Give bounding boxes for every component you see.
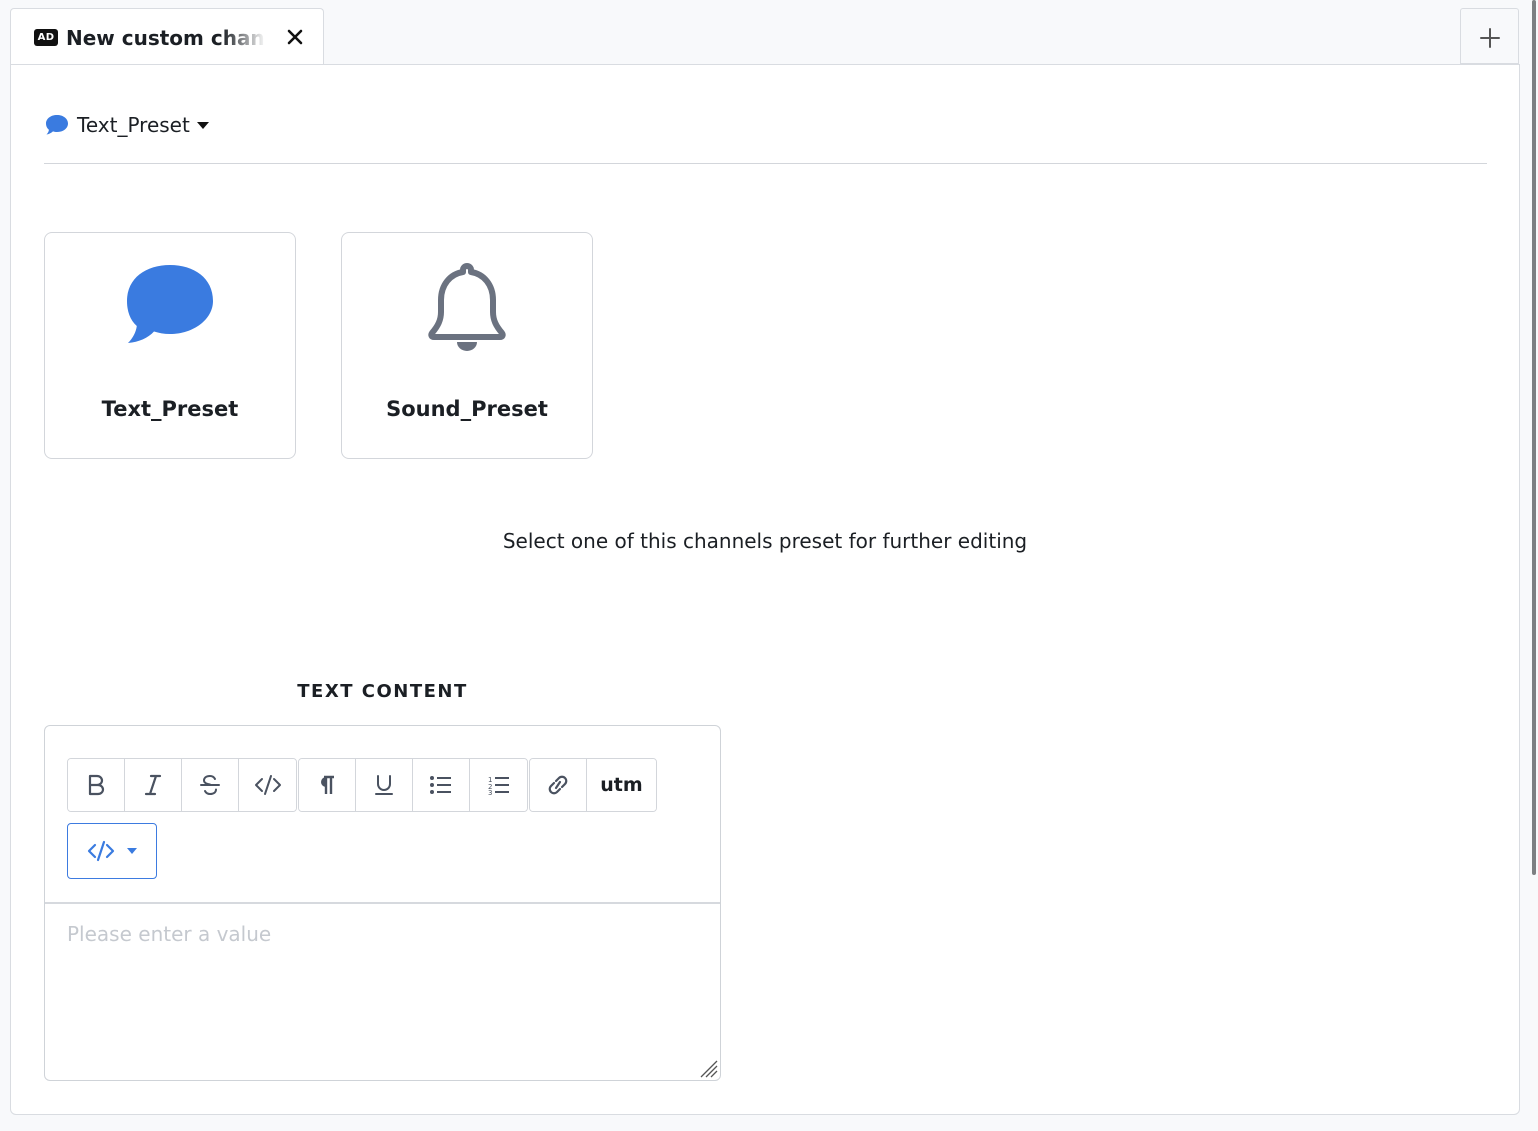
code-view-dropdown[interactable] bbox=[67, 823, 157, 879]
utm-button[interactable]: utm bbox=[587, 759, 656, 811]
svg-text:3: 3 bbox=[488, 789, 492, 795]
code-icon bbox=[254, 775, 281, 795]
bullet-list-button[interactable] bbox=[413, 759, 470, 811]
paragraph-button[interactable] bbox=[299, 759, 356, 811]
strikethrough-icon bbox=[200, 774, 220, 796]
code-button[interactable] bbox=[239, 759, 296, 811]
preset-card-text[interactable]: Text_Preset bbox=[44, 232, 296, 459]
paragraph-icon bbox=[321, 775, 334, 794]
tab-bar: AD New custom channel bbox=[10, 8, 1520, 65]
insert-group: utm bbox=[529, 758, 657, 812]
tab-title: New custom channel bbox=[66, 26, 266, 50]
format-group bbox=[67, 758, 297, 812]
block-group: 123 bbox=[298, 758, 528, 812]
link-icon bbox=[548, 775, 568, 795]
link-button[interactable] bbox=[530, 759, 587, 811]
preset-dropdown[interactable]: Text_Preset bbox=[45, 112, 210, 138]
add-tab-button[interactable] bbox=[1460, 8, 1519, 64]
close-icon[interactable] bbox=[285, 27, 305, 47]
strikethrough-button[interactable] bbox=[182, 759, 239, 811]
preset-card-sound[interactable]: Sound_Preset bbox=[341, 232, 593, 459]
section-title: TEXT CONTENT bbox=[297, 681, 468, 702]
preset-card-label: Sound_Preset bbox=[386, 397, 548, 421]
preset-hint: Select one of this channels preset for f… bbox=[502, 529, 1028, 553]
scrollbar[interactable] bbox=[1532, 0, 1536, 875]
text-content-input[interactable] bbox=[45, 904, 720, 1080]
numbered-list-button[interactable]: 123 bbox=[470, 759, 527, 811]
underline-icon bbox=[375, 775, 393, 795]
bell-icon bbox=[428, 263, 506, 351]
resize-handle-icon[interactable] bbox=[698, 1058, 718, 1078]
bold-icon bbox=[88, 774, 105, 796]
italic-icon bbox=[144, 774, 162, 796]
caret-down-icon bbox=[127, 848, 137, 854]
bullet-list-icon bbox=[430, 776, 451, 794]
text-editor: 123 utm bbox=[44, 725, 721, 1081]
ad-badge: AD bbox=[34, 29, 58, 46]
preset-card-label: Text_Preset bbox=[101, 397, 239, 421]
chat-bubble-icon bbox=[46, 115, 68, 135]
preset-dropdown-label: Text_Preset bbox=[77, 113, 190, 137]
bold-button[interactable] bbox=[68, 759, 125, 811]
caret-down-icon bbox=[196, 122, 209, 129]
channel-panel: Text_Preset Text_Preset Sound_Preset Sel… bbox=[10, 64, 1520, 1115]
numbered-list-icon: 123 bbox=[488, 776, 509, 795]
code-icon bbox=[87, 840, 115, 862]
italic-button[interactable] bbox=[125, 759, 182, 811]
divider bbox=[44, 163, 1487, 164]
underline-button[interactable] bbox=[356, 759, 413, 811]
plus-icon bbox=[1480, 28, 1500, 48]
tab-new-custom-channel[interactable]: AD New custom channel bbox=[10, 8, 324, 65]
chat-bubble-icon bbox=[127, 265, 213, 343]
